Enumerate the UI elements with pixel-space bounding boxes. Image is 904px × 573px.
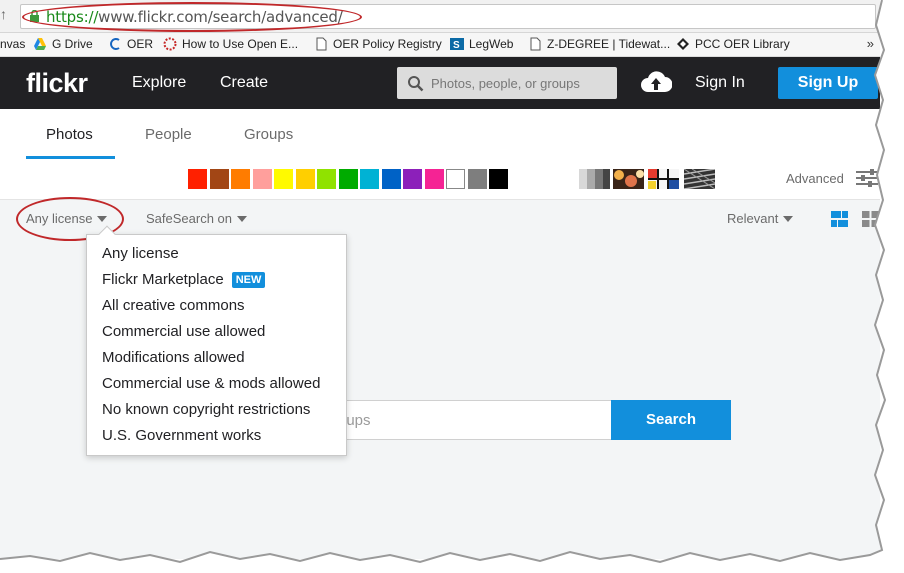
color-swatch[interactable] — [338, 169, 358, 189]
color-swatch[interactable] — [317, 169, 336, 189]
search-icon[interactable] — [407, 75, 424, 92]
bookmark-g-drive[interactable]: G Drive — [33, 37, 93, 51]
tab-groups[interactable]: Groups — [244, 126, 293, 143]
license-dropdown-menu: Any license Flickr Marketplace NEW All c… — [86, 225, 347, 456]
chevron-down-icon — [783, 215, 794, 222]
license-option-any[interactable]: Any license — [102, 245, 179, 262]
bookmark-canvas[interactable]: nvas — [0, 37, 25, 51]
color-swatch[interactable] — [360, 169, 379, 189]
color-swatch[interactable] — [381, 169, 401, 189]
color-swatch[interactable] — [274, 169, 293, 189]
license-option-commercial-use[interactable]: Commercial use allowed — [102, 323, 265, 340]
new-badge: NEW — [231, 271, 266, 288]
sign-in-link[interactable]: Sign In — [695, 74, 745, 92]
safesearch-filter-dropdown[interactable]: SafeSearch on — [146, 211, 248, 226]
sign-up-button[interactable]: Sign Up — [778, 67, 878, 99]
style-swatch-black-and-white[interactable] — [579, 169, 610, 189]
tab-people[interactable]: People — [145, 126, 192, 143]
sliders-icon[interactable] — [856, 168, 878, 188]
license-option-us-government[interactable]: U.S. Government works — [102, 427, 261, 444]
main-search-input[interactable] — [319, 401, 609, 439]
back-arrow-icon[interactable]: ↑ — [0, 6, 7, 22]
page-icon — [530, 37, 541, 51]
search-type-tabs: Photos People Groups — [0, 109, 880, 159]
color-swatch[interactable] — [446, 169, 465, 189]
nav-create[interactable]: Create — [220, 74, 268, 92]
chevron-down-icon — [237, 215, 248, 222]
color-swatch[interactable] — [252, 169, 272, 189]
advanced-filter-label[interactable]: Advanced — [786, 171, 844, 186]
square-grid-view-icon[interactable] — [862, 211, 879, 227]
bookmarks-overflow-button[interactable]: » — [867, 36, 874, 51]
oer-icon — [110, 38, 120, 50]
bookmark-legweb[interactable]: S LegWeb — [450, 37, 513, 51]
license-option-flickr-marketplace[interactable]: Flickr Marketplace NEW — [102, 271, 266, 288]
color-swatch[interactable] — [231, 169, 250, 189]
diamond-icon — [677, 38, 689, 50]
bookmark-oer[interactable]: OER — [108, 37, 153, 51]
sharepoint-icon: S — [450, 38, 464, 51]
browser-address-bar: ↑ https://www.flickr.com/search/advanced… — [0, 0, 880, 33]
license-option-modifications[interactable]: Modifications allowed — [102, 349, 245, 366]
color-swatch[interactable] — [489, 169, 508, 189]
bookmark-oer-policy-registry[interactable]: OER Policy Registry — [314, 37, 442, 51]
svg-text:S: S — [453, 40, 460, 51]
bookmark-z-degree[interactable]: Z-DEGREE | Tidewat... — [528, 37, 670, 51]
page-icon — [316, 37, 327, 51]
header-search-input[interactable] — [431, 67, 613, 99]
color-filter-row: Advanced — [0, 159, 880, 199]
tab-photos[interactable]: Photos — [46, 126, 93, 143]
upload-cloud-icon[interactable] — [640, 70, 672, 94]
license-option-commercial-and-mods[interactable]: Commercial use & mods allowed — [102, 375, 320, 392]
dotted-circle-icon — [163, 37, 177, 51]
url-annotation-circle — [22, 2, 362, 32]
nav-explore[interactable]: Explore — [132, 74, 186, 92]
color-swatch[interactable] — [467, 169, 487, 189]
site-header: flickr Explore Create Sign In Sign Up — [0, 57, 880, 109]
style-swatch-patterns[interactable] — [684, 169, 715, 189]
sort-relevance-dropdown[interactable]: Relevant — [727, 211, 794, 226]
color-swatch[interactable] — [424, 169, 444, 189]
style-swatch-minimalist[interactable] — [648, 169, 679, 189]
color-swatch[interactable] — [295, 169, 315, 189]
color-swatch[interactable] — [209, 169, 229, 189]
bookmark-pcc-oer-library[interactable]: PCC OER Library — [676, 37, 790, 51]
google-drive-icon — [34, 38, 46, 50]
flickr-logo[interactable]: flickr — [26, 68, 88, 99]
license-option-all-creative-commons[interactable]: All creative commons — [102, 297, 245, 314]
style-swatch-shallow-depth[interactable] — [613, 169, 644, 189]
color-swatch[interactable] — [403, 169, 422, 189]
search-button[interactable]: Search — [611, 400, 731, 440]
bookmark-how-to-use-open[interactable]: How to Use Open E... — [163, 37, 298, 51]
license-option-no-known-restrictions[interactable]: No known copyright restrictions — [102, 401, 310, 418]
bookmarks-bar: nvas G Drive OER How to Use Open E... OE… — [0, 33, 880, 57]
color-swatch[interactable] — [188, 169, 207, 189]
main-search-box — [318, 400, 612, 440]
header-search-box — [397, 67, 617, 99]
justified-grid-view-icon[interactable] — [831, 211, 848, 227]
